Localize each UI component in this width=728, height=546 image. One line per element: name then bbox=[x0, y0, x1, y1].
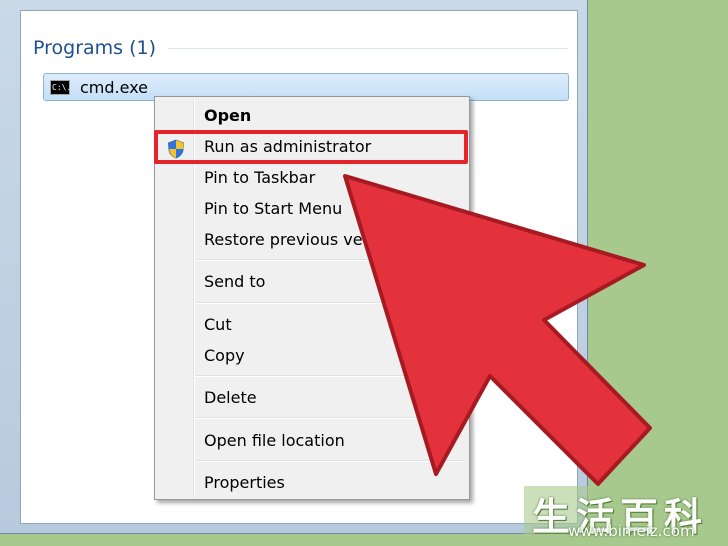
pointer-arrow-icon bbox=[343, 174, 652, 486]
watermark-url: www.bimeiz.com bbox=[568, 522, 695, 540]
watermark: 生活百科 www.bimeiz.com bbox=[524, 486, 728, 546]
